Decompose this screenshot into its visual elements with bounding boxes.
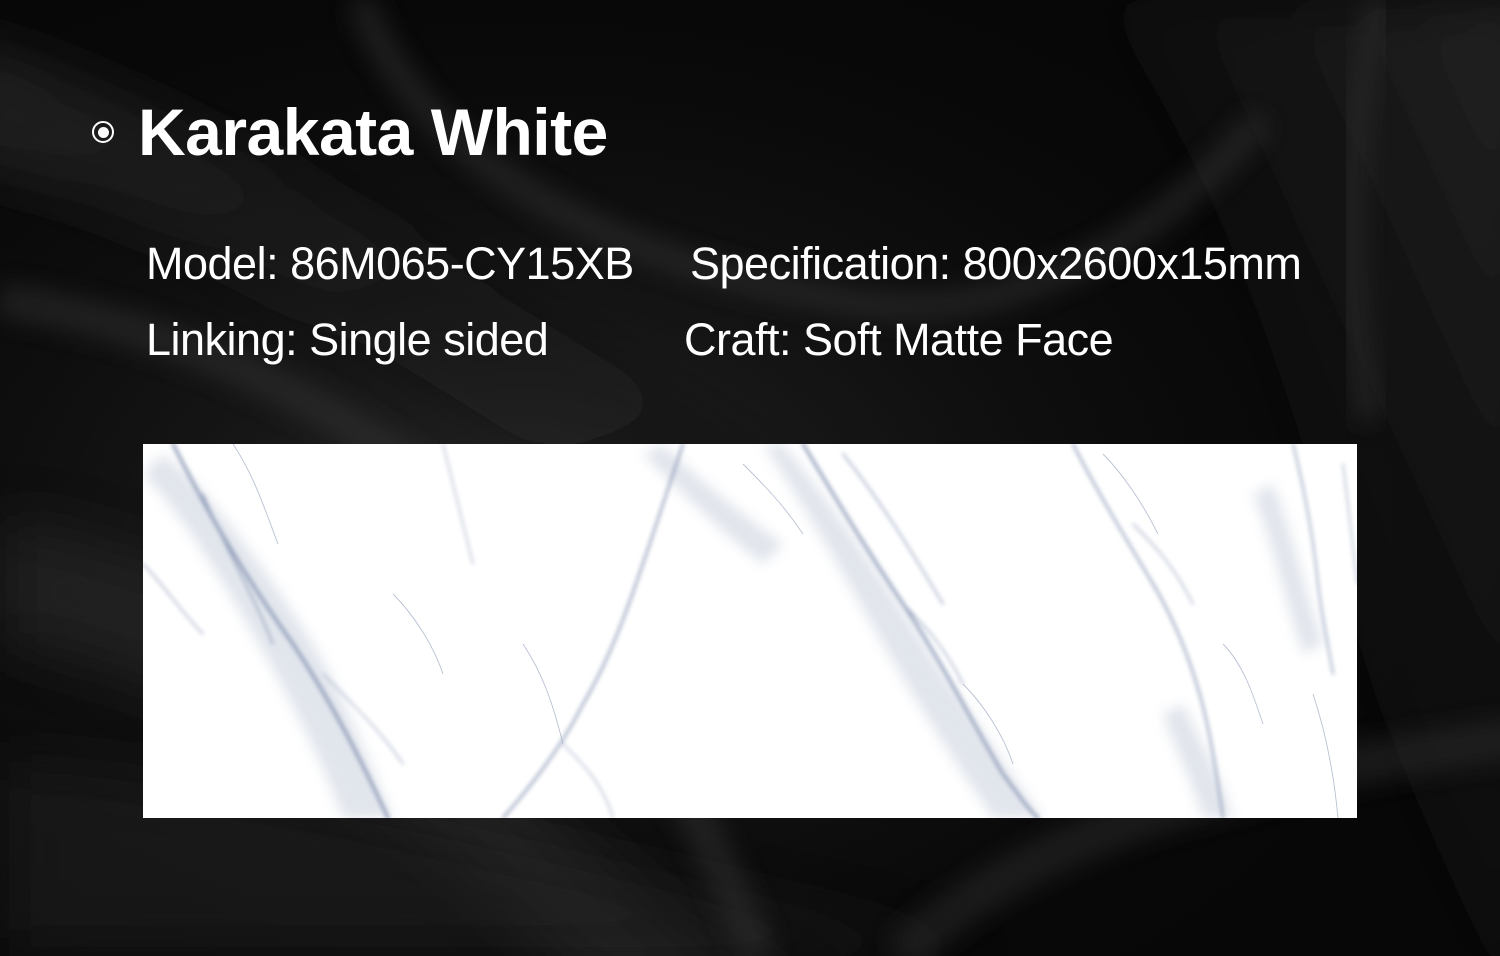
craft-text: Craft: Soft Matte Face [684,314,1114,365]
title-row: Karakata White [92,92,608,172]
product-page: Karakata White Model: 86M065-CY15XB Spec… [0,0,1500,956]
bullet-dot [97,126,109,138]
marble-slab-image [143,444,1357,818]
radio-bullet-icon [92,121,114,143]
product-title: Karakata White [138,95,608,169]
specification-text: Specification: 800x2600x15mm [690,238,1302,289]
linking-text: Linking: Single sided [146,314,549,365]
model-text: Model: 86M065-CY15XB [146,238,634,289]
marble-veins [143,444,1357,818]
